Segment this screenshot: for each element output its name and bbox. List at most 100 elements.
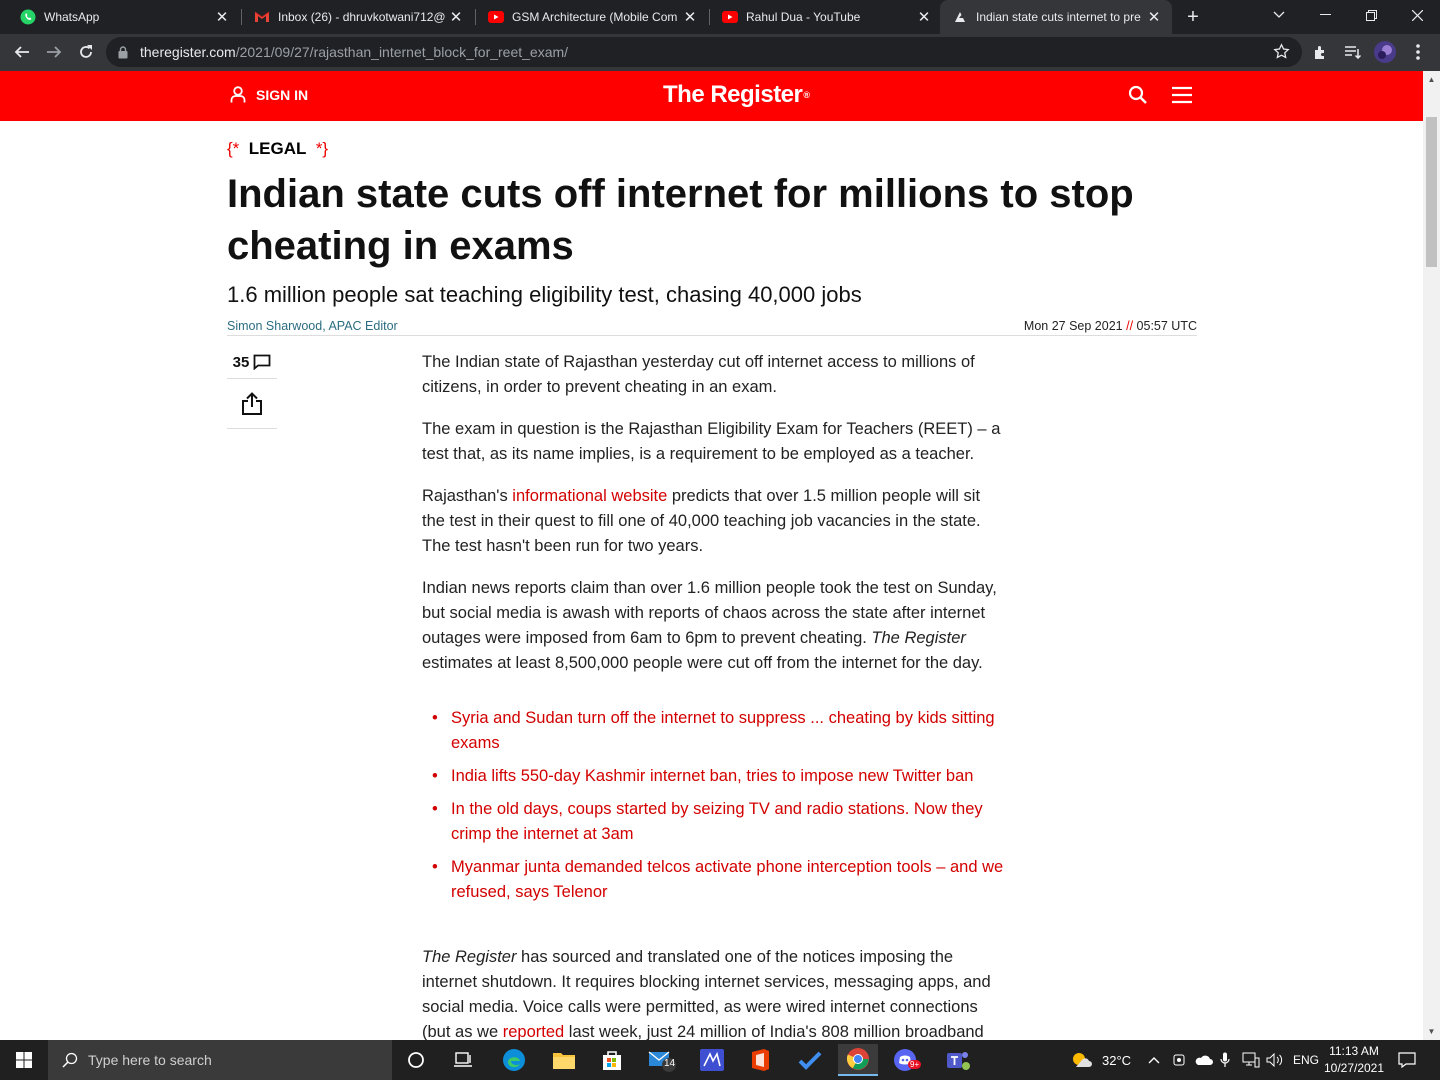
microsoft-store-icon[interactable] [592,1044,632,1076]
system-clock[interactable]: 11:13 AM 10/27/2021 [1320,1043,1388,1077]
related-story-item[interactable]: Myanmar junta demanded telcos activate p… [422,855,1007,905]
scrollbar-thumb[interactable] [1426,117,1437,267]
sign-in-label: SIGN IN [256,86,309,103]
comments-button[interactable]: 35 [227,346,277,379]
search-icon[interactable] [1128,85,1148,110]
profile-avatar[interactable] [1371,38,1399,66]
byline-row: Simon Sharwood, APAC Editor Mon 27 Sep 2… [227,317,1197,336]
whatsapp-icon [20,9,36,25]
kicker-brace-open: {* [227,139,240,158]
related-story-link[interactable]: India lifts 550-day Kashmir internet ban… [451,767,973,785]
close-tab-icon[interactable]: ✕ [916,8,932,26]
mail-unread-badge: 14 [664,1058,676,1069]
tab-title: WhatsApp [44,10,100,24]
close-tab-icon[interactable]: ✕ [682,8,698,26]
scroll-up-arrow-icon[interactable]: ▲ [1423,71,1440,88]
microsoft-todo-icon[interactable] [790,1044,830,1076]
tab-whatsapp[interactable]: WhatsApp ✕ [8,0,240,34]
extensions-icon[interactable] [1307,38,1335,66]
section-kicker[interactable]: {* LEGAL *} [227,139,328,159]
paragraph: The Register has sourced and translated … [422,945,1007,1045]
publication-name: The Register [871,629,966,647]
notifications-icon[interactable] [1398,1040,1416,1080]
paragraph: The exam in question is the Rajasthan El… [422,420,1001,463]
show-hidden-icons-chevron-icon[interactable] [1148,1040,1160,1080]
user-icon [230,86,246,103]
cortana-icon[interactable] [396,1044,436,1076]
forward-icon[interactable] [40,38,68,66]
new-tab-icon[interactable]: + [1182,6,1204,28]
article-headline: Indian state cuts off internet for milli… [227,172,1134,268]
tab-search-chevron-icon[interactable] [1256,0,1302,30]
onedrive-cloud-icon[interactable] [1195,1040,1213,1080]
discord-icon[interactable]: 9+ [886,1044,926,1076]
power-plan-icon[interactable] [1172,1040,1186,1080]
related-story-link[interactable]: Myanmar junta demanded telcos activate p… [451,858,1003,901]
hamburger-menu-icon[interactable] [1172,86,1192,109]
publication-name: The Register [422,948,517,966]
edge-icon[interactable] [494,1044,534,1076]
lock-icon[interactable] [118,45,128,59]
bookmark-star-icon[interactable] [1273,43,1290,63]
related-story-link[interactable]: In the old days, coups started by seizin… [451,800,983,843]
author-link[interactable]: Simon Sharwood, APAC Editor [227,319,398,333]
chrome-menu-icon[interactable] [1404,38,1432,66]
tab-youtube-rahul[interactable]: Rahul Dua - YouTube ✕ [710,0,942,34]
close-tab-icon[interactable]: ✕ [448,8,464,26]
teams-icon[interactable] [938,1044,978,1076]
site-logo[interactable]: The Register ® [663,81,810,109]
paragraph-text: estimates at least 8,500,000 people were… [422,654,983,672]
address-bar[interactable]: theregister.com/2021/09/27/rajasthan_int… [106,37,1302,67]
paragraph: The Indian state of Rajasthan yesterday … [422,353,975,396]
volume-icon[interactable] [1266,1040,1284,1080]
tab-title: Indian state cuts internet to pre [976,10,1141,24]
informational-website-link[interactable]: informational website [512,487,667,505]
reported-link[interactable]: reported [503,1023,564,1041]
tab-register-active[interactable]: Indian state cuts internet to pre ✕ [940,0,1172,34]
input-language[interactable]: ENG [1293,1040,1319,1080]
tab-gmail[interactable]: Inbox (26) - dhruvkotwani712@ ✕ [242,0,474,34]
weather-temp: 32°C [1102,1052,1132,1068]
article-standfirst: 1.6 million people sat teaching eligibil… [227,282,862,307]
close-window-icon[interactable] [1394,0,1440,30]
related-story-item[interactable]: In the old days, coups started by seizin… [422,797,1007,847]
discord-badge: 9+ [908,1060,922,1069]
related-story-link[interactable]: Syria and Sudan turn off the internet to… [451,709,995,752]
minimize-icon[interactable] [1302,0,1348,30]
related-story-item[interactable]: India lifts 550-day Kashmir internet ban… [422,764,1007,789]
microphone-icon[interactable] [1220,1040,1230,1080]
page-scrollbar[interactable]: ▲ ▼ [1423,71,1440,1040]
scroll-down-arrow-icon[interactable]: ▼ [1423,1023,1440,1040]
windows-start-button[interactable] [0,1040,48,1080]
sign-in-link[interactable]: SIGN IN [230,86,308,103]
share-icon [242,391,262,415]
restore-icon[interactable] [1348,0,1394,30]
related-stories-list: Syria and Sudan turn off the internet to… [422,706,1007,905]
back-icon[interactable] [8,38,36,66]
close-tab-icon[interactable]: ✕ [1146,8,1162,26]
kicker-label: LEGAL [248,139,307,158]
url-host: theregister.com [140,44,236,60]
tab-youtube-gsm[interactable]: GSM Architecture (Mobile Com ✕ [476,0,708,34]
share-button[interactable] [227,379,277,429]
article-body: The Indian state of Rajasthan yesterday … [422,350,1007,1062]
related-story-item[interactable]: Syria and Sudan turn off the internet to… [422,706,1007,756]
task-view-icon[interactable] [443,1044,483,1076]
close-tab-icon[interactable]: ✕ [214,8,230,26]
clock-time: 11:13 AM [1329,1044,1379,1058]
article-side-tools: 35 [227,346,277,429]
network-icon[interactable] [1242,1040,1260,1080]
windows-taskbar: Type here to search 14 9+ 32°C ENG 11:13… [0,1040,1440,1080]
reading-list-icon[interactable] [1339,38,1367,66]
office-icon[interactable] [740,1044,780,1076]
mail-icon[interactable]: 14 [642,1044,682,1076]
logo-text: The Register [663,81,803,108]
comment-count: 35 [232,353,250,371]
chrome-icon[interactable] [838,1044,878,1076]
browser-tab-strip: WhatsApp ✕ Inbox (26) - dhruvkotwani712@… [0,0,1440,34]
weather-widget[interactable]: 32°C [1070,1040,1131,1080]
taskbar-search-box[interactable]: Type here to search [48,1040,392,1080]
reload-icon[interactable] [72,38,100,66]
app-icon[interactable] [692,1044,732,1076]
file-explorer-icon[interactable] [544,1044,584,1076]
